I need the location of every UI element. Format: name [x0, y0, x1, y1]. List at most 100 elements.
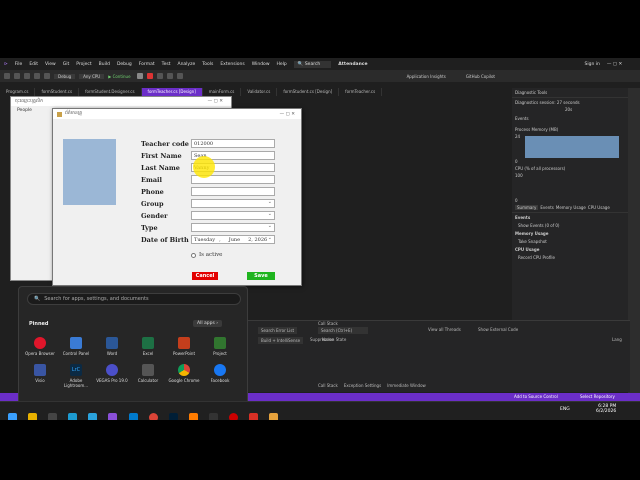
teacher-window-controls[interactable]: — ▢ ✕: [280, 112, 295, 117]
continue-button[interactable]: ▶ Continue: [108, 74, 130, 79]
tab-immediate-window[interactable]: Immediate Window: [387, 383, 426, 388]
back-icon[interactable]: [4, 73, 10, 79]
build-intellisense-dropdown[interactable]: Build + IntelliSense: [258, 337, 304, 344]
add-source-control[interactable]: Add to Source Control: [514, 394, 558, 399]
terminal-icon[interactable]: [48, 413, 58, 420]
record-cpu-button[interactable]: Record CPU Profile: [512, 254, 640, 261]
save-button[interactable]: Save: [247, 272, 275, 280]
tab-formteacher-design[interactable]: formTeacher.cs [Design]: [141, 88, 203, 96]
menu-git[interactable]: Git: [63, 62, 70, 67]
lang-indicator[interactable]: ENG: [560, 407, 570, 412]
teacher-photo-box[interactable]: [63, 139, 116, 205]
dob-picker[interactable]: Tuesday , June 2, 2026: [191, 235, 275, 244]
edge-icon[interactable]: [68, 413, 78, 420]
window-controls[interactable]: — ▢ ✕: [607, 62, 622, 67]
app-calculator[interactable]: Calculator: [131, 364, 165, 388]
is-active-checkbox[interactable]: Is active: [191, 252, 222, 258]
teacher-code-input[interactable]: 012000: [191, 139, 275, 148]
start-search-input[interactable]: 🔍 Search for apps, settings, and documen…: [27, 293, 241, 305]
tab-exception-settings[interactable]: Exception Settings: [344, 383, 381, 388]
menu-edit[interactable]: Edit: [29, 62, 38, 67]
search-box[interactable]: 🔍 Search: [293, 60, 332, 68]
group-select[interactable]: [191, 199, 275, 208]
show-events-link[interactable]: Show Events (0 of 0): [512, 222, 640, 229]
tab-formteacher[interactable]: formTeacher.cs: [339, 88, 383, 96]
step-over-icon[interactable]: [166, 73, 173, 79]
davinci-icon[interactable]: [208, 413, 218, 420]
gender-select[interactable]: [191, 211, 275, 220]
step-into-icon[interactable]: [176, 73, 183, 79]
show-external-code[interactable]: Show External Code: [478, 327, 518, 332]
select-repository[interactable]: Select Repository: [580, 394, 615, 399]
tab-formstudent[interactable]: formStudent.cs: [35, 88, 80, 96]
visual-studio-icon[interactable]: [108, 413, 118, 420]
cancel-button[interactable]: Cancel: [192, 272, 218, 280]
diag-tab-memory[interactable]: Memory Usage: [556, 205, 586, 210]
take-snapshot-button[interactable]: Take Snapshot: [512, 238, 640, 245]
menu-project[interactable]: Project: [76, 62, 91, 67]
error-list-search[interactable]: Search Error List: [258, 327, 298, 334]
type-select[interactable]: [191, 223, 275, 232]
tab-call-stack[interactable]: Call Stack: [318, 383, 338, 388]
file-explorer-icon[interactable]: [28, 413, 38, 420]
menu-test[interactable]: Test: [162, 62, 171, 67]
redo-icon[interactable]: [44, 73, 50, 79]
menu-file[interactable]: File: [15, 62, 23, 67]
clock[interactable]: 6:28 PM 6/2/2026: [596, 404, 616, 414]
menu-format[interactable]: Format: [139, 62, 155, 67]
tab-formstudent-design[interactable]: formStudent.cs [Design]: [277, 88, 340, 96]
platform-dropdown[interactable]: Any CPU: [79, 73, 105, 79]
tab-program[interactable]: Program.cs: [0, 88, 36, 96]
telegram-icon[interactable]: [88, 413, 98, 420]
app-opera[interactable]: Opera Browser: [23, 337, 57, 356]
phone-input[interactable]: [191, 187, 275, 196]
tab-formstudent-designer[interactable]: formStudent.Designer.cs: [79, 88, 142, 96]
all-apps-button[interactable]: All apps ›: [193, 320, 223, 327]
view-threads-button[interactable]: View all Threads: [428, 327, 461, 332]
vscode-icon[interactable]: [128, 413, 138, 420]
illustrator-icon[interactable]: [188, 413, 198, 420]
record-icon[interactable]: [229, 413, 239, 420]
people-window-controls[interactable]: — ▢ ✕: [208, 99, 223, 104]
app-visio[interactable]: Visio: [23, 364, 57, 388]
diag-tab-summary[interactable]: Summary: [515, 205, 539, 210]
config-dropdown[interactable]: Debug: [54, 73, 76, 79]
app-project[interactable]: Project: [203, 337, 237, 356]
restart-icon[interactable]: [156, 73, 163, 79]
gmail-icon[interactable]: [249, 413, 259, 420]
tab-validator[interactable]: Validator.cs: [241, 88, 278, 96]
tab-mainform[interactable]: mainForm.cs: [203, 88, 242, 96]
menu-build[interactable]: Build: [99, 62, 110, 67]
stop-icon[interactable]: [146, 73, 153, 79]
forward-icon[interactable]: [14, 73, 20, 79]
menu-view[interactable]: View: [45, 62, 56, 67]
save-all-icon[interactable]: [24, 73, 30, 79]
copilot-button[interactable]: GitHub Copilot: [466, 74, 495, 79]
call-stack-search[interactable]: Search (Ctrl+E): [318, 327, 368, 334]
start-button-icon[interactable]: [8, 413, 17, 420]
app-vegas[interactable]: VEGAS Pro 19.0: [95, 364, 129, 388]
app-facebook[interactable]: Facebook: [203, 364, 237, 388]
menu-help[interactable]: Help: [277, 62, 287, 67]
app-control-panel[interactable]: Control Panel: [59, 337, 93, 356]
chrome-taskbar-icon[interactable]: [148, 413, 158, 420]
menu-tools[interactable]: Tools: [202, 62, 213, 67]
pause-icon[interactable]: [136, 73, 143, 79]
undo-icon[interactable]: [34, 73, 40, 79]
menu-window[interactable]: Window: [252, 62, 270, 67]
app-excel[interactable]: Excel: [131, 337, 165, 356]
menu-debug[interactable]: Debug: [117, 62, 132, 67]
app-word[interactable]: Word: [95, 337, 129, 356]
app-powerpoint[interactable]: PowerPoint: [167, 337, 201, 356]
app-window-icon[interactable]: [269, 413, 279, 420]
menu-extensions[interactable]: Extensions: [220, 62, 244, 67]
menu-analyze[interactable]: Analyze: [177, 62, 195, 67]
app-chrome[interactable]: Google Chrome: [167, 364, 201, 388]
vs-logo-icon[interactable]: ⊳: [4, 62, 8, 67]
diag-tab-cpu[interactable]: CPU Usage: [588, 205, 610, 210]
teacher-form-window[interactable]: ព័ត៌មានគ្រូ — ▢ ✕ Teacher code 012000 Fi…: [52, 108, 302, 286]
diag-tab-events[interactable]: Events: [540, 205, 554, 210]
sign-in-link[interactable]: Sign in: [585, 62, 600, 67]
app-lightroom[interactable]: LrC Adobe Lightroom...: [59, 364, 93, 388]
app-insights-button[interactable]: Application Insights: [407, 74, 446, 79]
